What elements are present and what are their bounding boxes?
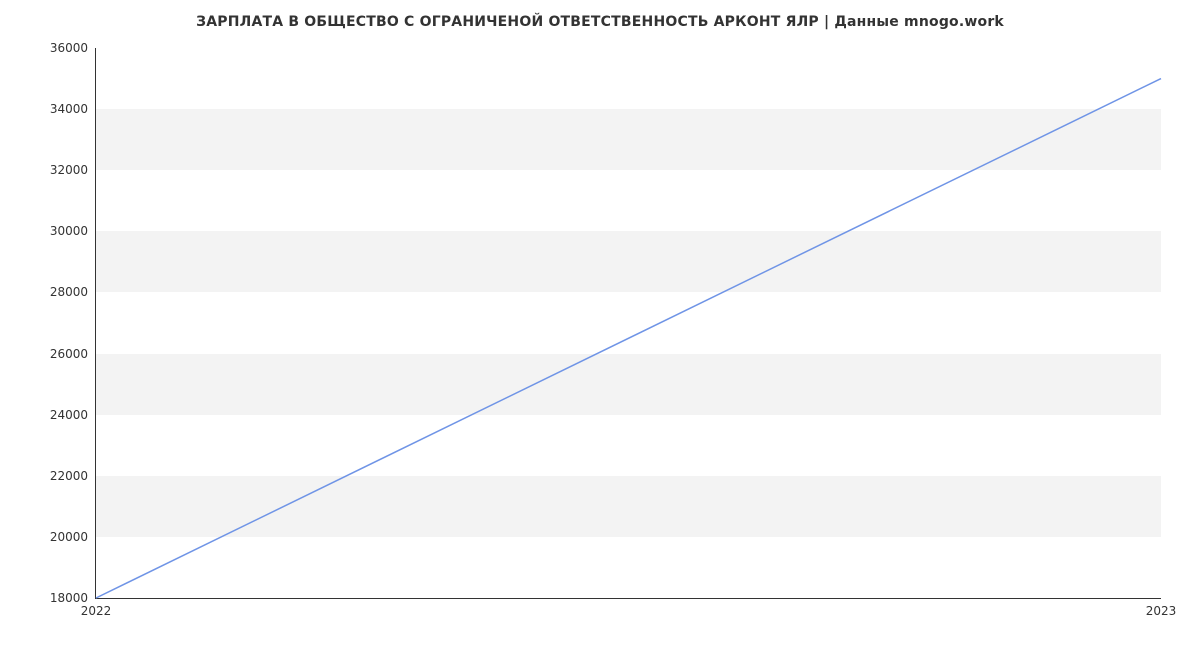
plot-area: 1800020000220002400026000280003000032000…	[95, 48, 1161, 599]
y-tick-label: 26000	[50, 347, 96, 361]
chart-container: ЗАРПЛАТА В ОБЩЕСТВО С ОГРАНИЧЕНОЙ ОТВЕТС…	[0, 0, 1200, 650]
y-tick-label: 32000	[50, 163, 96, 177]
y-tick-label: 22000	[50, 469, 96, 483]
y-tick-label: 34000	[50, 102, 96, 116]
x-tick-label: 2022	[81, 598, 112, 618]
y-tick-label: 24000	[50, 408, 96, 422]
x-tick-label: 2023	[1146, 598, 1177, 618]
y-tick-label: 36000	[50, 41, 96, 55]
y-tick-label: 20000	[50, 530, 96, 544]
y-tick-label: 30000	[50, 224, 96, 238]
series-line	[96, 79, 1161, 598]
y-tick-label: 28000	[50, 285, 96, 299]
chart-title: ЗАРПЛАТА В ОБЩЕСТВО С ОГРАНИЧЕНОЙ ОТВЕТС…	[0, 14, 1200, 30]
line-series	[96, 48, 1161, 598]
